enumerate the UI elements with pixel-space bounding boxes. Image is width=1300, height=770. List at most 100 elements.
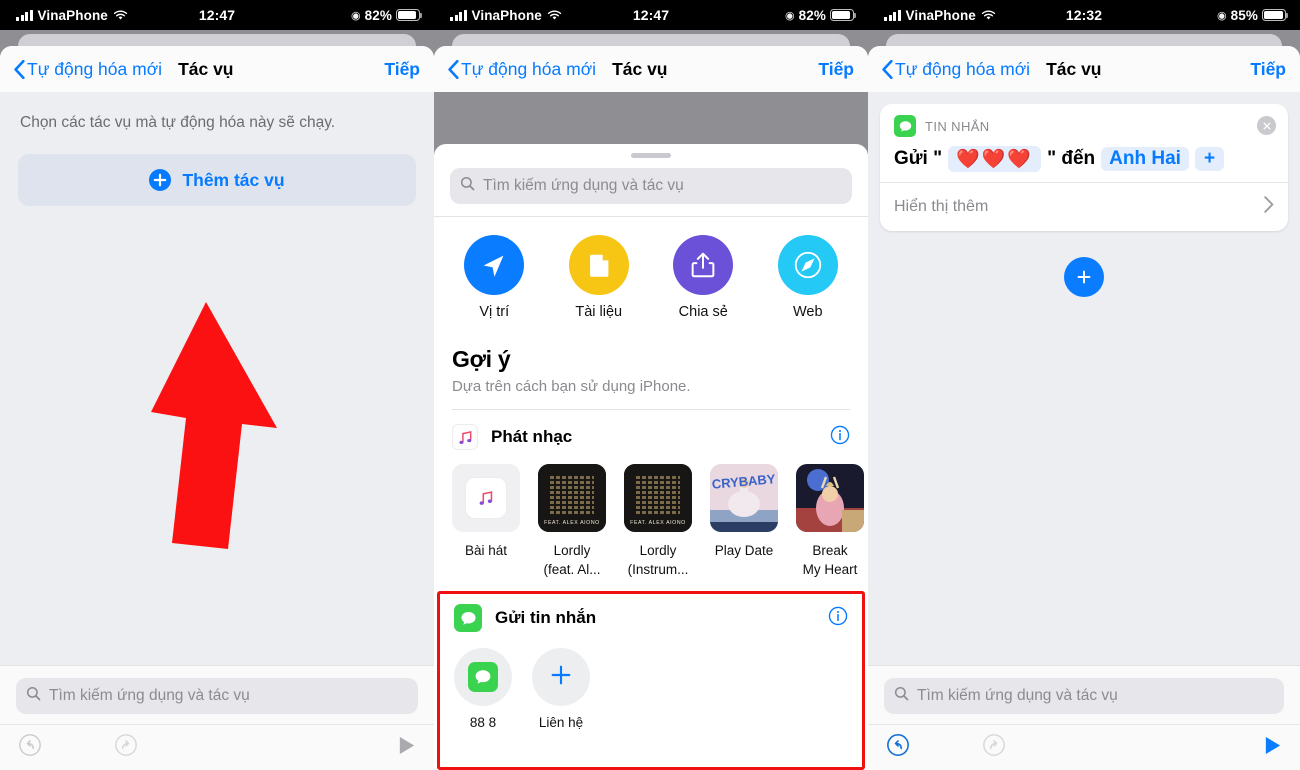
back-button-2[interactable]: Tự động hóa mới [448, 59, 596, 80]
action-picker-sheet: Tìm kiếm ứng dụng và tác vụ Vị trí Tài l… [434, 144, 868, 770]
play-icon[interactable] [397, 735, 416, 761]
location-arrow-icon [464, 235, 525, 295]
back-label-3: Tự động hóa mới [895, 58, 1031, 79]
app-category-location[interactable]: Vị trí [450, 235, 538, 320]
show-more-row[interactable]: Hiển thị thêm [880, 182, 1288, 231]
sentence-prefix: Gửi " [894, 148, 943, 169]
music-card[interactable]: CRYBABY Play Date [710, 464, 778, 579]
recipient-chip-label: 88 8 [469, 715, 497, 731]
app-category-share[interactable]: Chia sẻ [659, 235, 747, 320]
add-action-row [868, 257, 1300, 297]
add-action-fab[interactable] [1064, 257, 1104, 297]
recipient-token[interactable]: Anh Hai [1101, 147, 1189, 171]
sheet-2: Tự động hóa mới Tác vụ Tiếp Tìm kiếm ứng… [434, 46, 868, 770]
phone-screen-3: VinaPhone 12:32 ◉ 85% Tự động hóa mới Tá… [868, 0, 1300, 770]
add-contact-chip[interactable]: Liên hệ [532, 648, 590, 730]
carrier-label-2: VinaPhone [471, 7, 542, 23]
search-input-1[interactable]: Tìm kiếm ứng dụng và tác vụ [16, 678, 418, 714]
next-button-2[interactable]: Tiếp [818, 59, 854, 80]
music-card-label: Break My Heart [802, 543, 858, 578]
send-message-suggestion-highlight: Gửi tin nhắn 88 8 Liên hệ [437, 591, 865, 770]
app-category-grid: Vị trí Tài liệu Chia sẻ Web [434, 217, 868, 332]
page-title-1: Tác vụ [178, 58, 234, 79]
battery-icon [396, 9, 423, 21]
battery-icon [830, 9, 857, 21]
app-category-label: Chia sẻ [678, 304, 728, 320]
app-category-label: Web [792, 304, 823, 320]
search-placeholder-1: Tìm kiếm ứng dụng và tác vụ [49, 687, 250, 704]
info-icon[interactable] [830, 425, 850, 450]
add-action-button[interactable]: Thêm tác vụ [18, 154, 416, 206]
panel1-hint: Chọn các tác vụ mà tự động hóa này sẽ ch… [20, 114, 336, 131]
info-icon[interactable] [828, 606, 848, 631]
document-icon [568, 235, 629, 295]
chevron-left-icon [882, 59, 893, 79]
panel2-search-row: Tìm kiếm ứng dụng và tác vụ [434, 158, 868, 216]
plus-circle-icon [149, 169, 172, 191]
next-button-3[interactable]: Tiếp [1250, 59, 1286, 80]
page-title-3: Tác vụ [1046, 58, 1102, 79]
search-icon [26, 686, 41, 706]
back-button-1[interactable]: Tự động hóa mới [14, 59, 162, 80]
suggestion-group-music[interactable]: Phát nhạc [434, 410, 868, 450]
page-title-2: Tác vụ [612, 58, 668, 79]
status-right-3: ◉ 85% [1217, 8, 1300, 23]
music-card[interactable]: FEAT. ALEX AIONO Lordly (Instrum... [624, 464, 692, 579]
search-placeholder-2: Tìm kiếm ứng dụng và tác vụ [483, 177, 684, 194]
wifi-icon [547, 9, 562, 21]
back-label-2: Tự động hóa mới [461, 58, 597, 79]
chevron-right-icon [1264, 196, 1274, 218]
battery-percent-2: 82% [798, 7, 826, 23]
status-right-1: ◉ 82% [351, 8, 434, 23]
message-body-token[interactable]: ❤️❤️❤️ [948, 146, 1042, 172]
suggestion-group-messages[interactable]: Gửi tin nhắn [454, 604, 848, 633]
nav-bar-3: Tự động hóa mới Tác vụ Tiếp [868, 46, 1300, 92]
chevron-left-icon [448, 59, 459, 79]
location-services-icon: ◉ [350, 9, 361, 22]
close-icon[interactable] [1257, 116, 1276, 135]
svg-text:FEAT. ALEX AIONO: FEAT. ALEX AIONO [544, 520, 600, 526]
music-card[interactable]: Bài hát [452, 464, 520, 579]
suggestion-group-name: Phát nhạc [491, 427, 573, 446]
sheet-1: Tự động hóa mới Tác vụ Tiếp Chọn các tác… [0, 46, 434, 770]
music-card[interactable]: FEAT. ALEX AIONO Lordly (feat. Al... [538, 464, 606, 579]
suggestion-group-name: Gửi tin nhắn [495, 608, 597, 628]
action-card-top: TIN NHẮN Gửi " ❤️❤️❤️ " đến Anh Hai + [880, 104, 1288, 182]
chip-circle [454, 648, 512, 707]
status-left-2: VinaPhone [434, 8, 562, 23]
carrier-label-3: VinaPhone [905, 7, 976, 23]
sheet-3: Tự động hóa mới Tác vụ Tiếp TIN NHẮN Gửi… [868, 46, 1300, 770]
editor-toolbar-1 [0, 724, 434, 770]
location-services-icon: ◉ [784, 9, 795, 22]
messages-icon [454, 604, 482, 633]
back-label-1: Tự động hóa mới [27, 58, 163, 79]
search-input-2[interactable]: Tìm kiếm ứng dụng và tác vụ [450, 168, 852, 204]
back-button-3[interactable]: Tự động hóa mới [882, 59, 1030, 80]
undo-icon[interactable] [886, 733, 910, 762]
share-icon [673, 235, 734, 295]
undo-icon[interactable] [18, 733, 42, 762]
app-category-documents[interactable]: Tài liệu [555, 235, 643, 320]
music-card[interactable]: Break My Heart [796, 464, 864, 579]
redo-icon[interactable] [982, 733, 1006, 762]
redo-icon[interactable] [114, 733, 138, 762]
panel1-bottom: Tìm kiếm ứng dụng và tác vụ [0, 665, 434, 770]
suggestions-subtitle: Dựa trên cách bạn sử dụng iPhone. [452, 378, 691, 395]
chip-circle [532, 648, 590, 707]
battery-icon [1262, 9, 1289, 21]
add-contact-chip-label: Liên hệ [538, 715, 584, 731]
play-icon[interactable] [1263, 735, 1282, 761]
action-picker-content: Vị trí Tài liệu Chia sẻ Web Gợi ý Dựa tr… [434, 217, 868, 770]
recipient-chip[interactable]: 88 8 [454, 648, 512, 730]
status-left-3: VinaPhone [868, 8, 996, 23]
music-card-label: Play Date [714, 543, 774, 558]
search-input-3[interactable]: Tìm kiếm ứng dụng và tác vụ [884, 678, 1284, 714]
add-recipient-token[interactable]: + [1194, 147, 1225, 171]
app-category-label: Tài liệu [575, 304, 623, 320]
safari-compass-icon [777, 235, 838, 295]
chevron-left-icon [14, 59, 25, 79]
next-button-1[interactable]: Tiếp [384, 59, 420, 80]
action-card-send-message: TIN NHẮN Gửi " ❤️❤️❤️ " đến Anh Hai + Hi… [880, 104, 1288, 231]
app-category-web[interactable]: Web [764, 235, 852, 320]
messages-icon [468, 662, 498, 693]
